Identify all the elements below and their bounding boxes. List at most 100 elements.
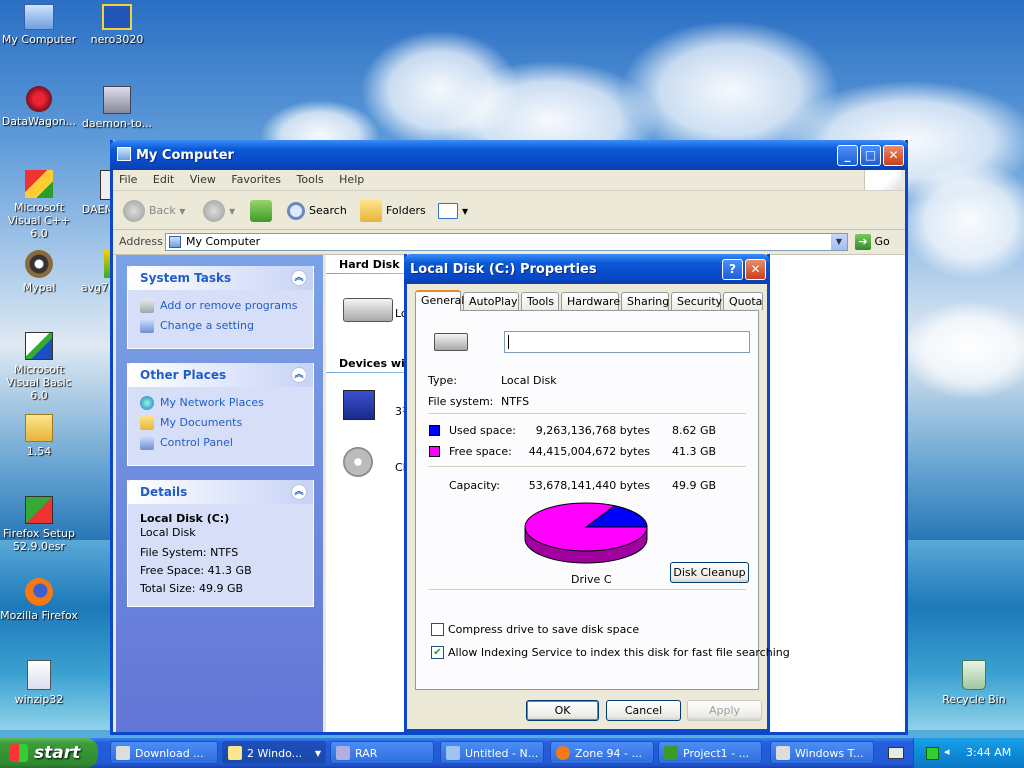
close-button[interactable]: ✕: [883, 145, 904, 166]
window-title-bar[interactable]: My Computer _ □ ✕: [110, 140, 908, 170]
desktop-icon-my-computer[interactable]: My Computer: [0, 4, 78, 46]
views-button[interactable]: ▼: [438, 199, 468, 223]
desktop-icon-datawagon[interactable]: DataWagon...: [0, 86, 78, 128]
search-button[interactable]: Search: [287, 199, 347, 223]
maximize-button[interactable]: □: [860, 145, 881, 166]
collapse-chevron-icon[interactable]: ︽: [291, 367, 307, 383]
datawagon-icon: [26, 86, 52, 112]
my-network-places-link[interactable]: My Network Places: [140, 393, 303, 413]
filesystem-value: NTFS: [501, 395, 530, 408]
task-download[interactable]: Download ...: [110, 741, 218, 764]
details-header[interactable]: Details ︽: [128, 480, 313, 504]
desktop-icon-mypal[interactable]: Mypal: [0, 250, 78, 294]
my-documents-link[interactable]: My Documents: [140, 413, 303, 433]
collapse-chevron-icon[interactable]: ︽: [291, 270, 307, 286]
mypal-icon: [25, 250, 53, 278]
add-remove-programs-link[interactable]: Add or remove programs: [140, 296, 303, 316]
desktop-icon-firefox-setup[interactable]: Firefox Setup 52.9.0esr: [0, 496, 78, 553]
cancel-button[interactable]: Cancel: [606, 700, 681, 721]
tab-tools[interactable]: Tools: [521, 292, 559, 310]
menu-favorites[interactable]: Favorites: [225, 170, 287, 189]
dialog-title-bar[interactable]: Local Disk (C:) Properties ? ✕: [404, 254, 770, 284]
desktop-icon-1-54[interactable]: 1.54: [0, 414, 78, 458]
winzip-icon: [27, 660, 51, 690]
menu-help[interactable]: Help: [333, 170, 370, 189]
tab-hardware[interactable]: Hardware: [561, 292, 620, 310]
tab-security[interactable]: Security: [671, 292, 722, 310]
disk-usage-pie: [524, 502, 648, 564]
desktop-icon-visual-basic[interactable]: Microsoft Visual Basic 6.0: [0, 332, 78, 402]
desktop-icon-visual-cpp[interactable]: Microsoft Visual C++ 6.0: [0, 170, 78, 240]
general-tab-page: Type: Local Disk File system: NTFS Used …: [415, 310, 790, 690]
free-space-bytes: 44,415,004,672 bytes: [528, 445, 650, 458]
control-panel-link[interactable]: Control Panel: [140, 433, 303, 453]
volume-label-input[interactable]: [504, 331, 750, 353]
desktop-icon-nero[interactable]: nero3020: [78, 4, 156, 46]
capacity-label: Capacity:: [449, 479, 500, 492]
desktop-icon-winzip32[interactable]: winzip32: [0, 660, 78, 706]
task-rar[interactable]: RAR: [330, 741, 434, 764]
help-button[interactable]: ?: [722, 259, 743, 280]
collapse-chevron-icon[interactable]: ︽: [291, 484, 307, 500]
menu-edit[interactable]: Edit: [147, 170, 180, 189]
details-name: Local Disk (C:): [140, 512, 230, 525]
menu-bar: File Edit View Favorites Tools Help: [113, 170, 905, 191]
disk-cleanup-button[interactable]: Disk Cleanup: [670, 562, 749, 583]
ok-button[interactable]: OK: [526, 700, 599, 721]
download-icon: [116, 746, 130, 760]
start-button[interactable]: start: [0, 738, 98, 768]
other-places-header[interactable]: Other Places ︽: [128, 363, 313, 387]
cd-drive-icon[interactable]: [343, 447, 373, 477]
compress-label[interactable]: Compress drive to save disk space: [448, 623, 639, 636]
task-windows-explorer-group[interactable]: 2 Windo... ▼: [222, 741, 326, 764]
task-project1[interactable]: Project1 - ...: [658, 741, 762, 764]
folders-button[interactable]: Folders: [360, 199, 426, 223]
task-notepad[interactable]: Untitled - N...: [440, 741, 544, 764]
go-button[interactable]: ➔ Go: [855, 233, 890, 251]
keyboard-icon[interactable]: [888, 747, 904, 759]
desktop-icon-daemon-tools[interactable]: daemon-to...: [78, 86, 156, 130]
type-value: Local Disk: [501, 374, 557, 387]
details-panel: Details ︽ Local Disk (C:) Local Disk Fil…: [127, 480, 314, 607]
desktop-icon-recycle-bin[interactable]: Recycle Bin: [935, 660, 1013, 706]
indexing-checkbox[interactable]: ✔: [431, 646, 444, 659]
clock[interactable]: 3:44 AM: [966, 746, 1011, 759]
tab-quota[interactable]: Quota: [723, 292, 763, 310]
computer-icon: [24, 4, 54, 30]
dialog-close-button[interactable]: ✕: [745, 259, 766, 280]
used-space-gb: 8.62 GB: [672, 424, 717, 437]
apply-button[interactable]: Apply: [687, 700, 762, 721]
forward-button[interactable]: ▼: [203, 199, 235, 223]
tab-general[interactable]: General: [415, 290, 464, 311]
recycle-bin-icon: [962, 660, 986, 690]
back-button[interactable]: Back ▼: [123, 199, 185, 223]
other-places-panel: Other Places ︽ My Network Places My Docu…: [127, 363, 314, 466]
tray-volume-icon[interactable]: ◂: [944, 746, 956, 758]
tray-app-icon[interactable]: [926, 747, 939, 760]
change-setting-link[interactable]: Change a setting: [140, 316, 303, 336]
minimize-button[interactable]: _: [837, 145, 858, 166]
add-remove-programs-icon: [140, 299, 154, 313]
free-space-swatch: [429, 446, 440, 457]
tab-sharing[interactable]: Sharing: [621, 292, 669, 310]
address-input[interactable]: My Computer ▼: [165, 233, 848, 251]
task-zone94[interactable]: Zone 94 - ...: [550, 741, 654, 764]
network-places-icon: [140, 396, 154, 410]
folder-icon: [228, 746, 242, 760]
drive-label: Drive C: [571, 573, 612, 586]
desktop-icon-mozilla-firefox[interactable]: Mozilla Firefox: [0, 578, 78, 622]
local-disk-icon[interactable]: [343, 298, 393, 322]
tab-autoplay[interactable]: AutoPlay: [463, 292, 519, 310]
address-dropdown-arrow[interactable]: ▼: [831, 234, 847, 250]
floppy-drive-icon[interactable]: [343, 390, 375, 420]
system-tasks-header[interactable]: System Tasks ︽: [128, 266, 313, 290]
task-windows-task[interactable]: Windows T...: [770, 741, 874, 764]
menu-view[interactable]: View: [184, 170, 222, 189]
compress-checkbox[interactable]: [431, 623, 444, 636]
indexing-label[interactable]: Allow Indexing Service to index this dis…: [448, 646, 790, 659]
used-space-swatch: [429, 425, 440, 436]
menu-file[interactable]: File: [113, 170, 143, 189]
computer-icon: [169, 236, 181, 248]
menu-tools[interactable]: Tools: [291, 170, 330, 189]
up-folder-button[interactable]: [250, 199, 276, 223]
